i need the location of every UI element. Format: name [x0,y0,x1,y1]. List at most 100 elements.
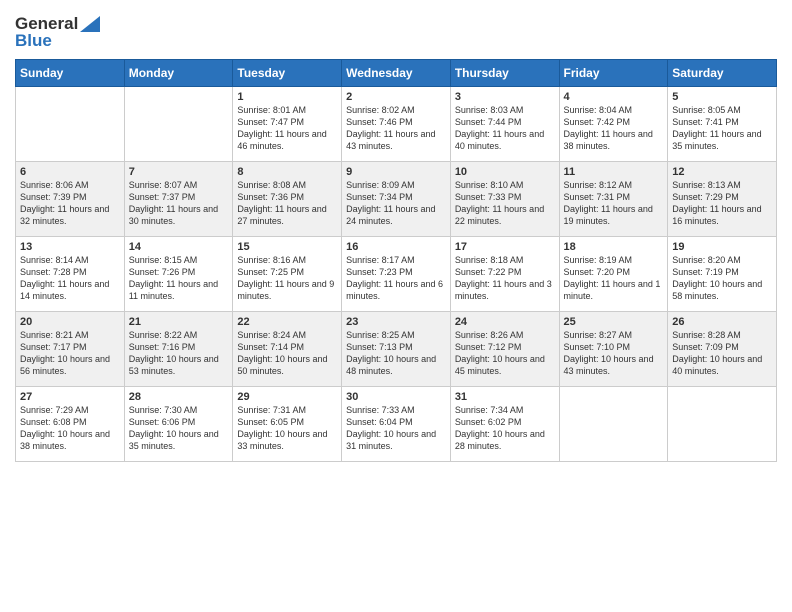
calendar-cell: 28Sunrise: 7:30 AM Sunset: 6:06 PM Dayli… [124,387,233,462]
calendar-cell: 18Sunrise: 8:19 AM Sunset: 7:20 PM Dayli… [559,237,668,312]
calendar-cell: 7Sunrise: 8:07 AM Sunset: 7:37 PM Daylig… [124,162,233,237]
day-number: 16 [346,241,446,253]
cell-content: Sunrise: 8:19 AM Sunset: 7:20 PM Dayligh… [564,254,664,303]
calendar-cell: 10Sunrise: 8:10 AM Sunset: 7:33 PM Dayli… [450,162,559,237]
cell-content: Sunrise: 8:14 AM Sunset: 7:28 PM Dayligh… [20,254,120,303]
weekday-header: Wednesday [342,60,451,87]
cell-content: Sunrise: 8:12 AM Sunset: 7:31 PM Dayligh… [564,179,664,228]
calendar-cell: 30Sunrise: 7:33 AM Sunset: 6:04 PM Dayli… [342,387,451,462]
day-number: 8 [237,166,337,178]
cell-content: Sunrise: 8:13 AM Sunset: 7:29 PM Dayligh… [672,179,772,228]
calendar-cell [668,387,777,462]
cell-content: Sunrise: 7:29 AM Sunset: 6:08 PM Dayligh… [20,404,120,453]
calendar-cell: 2Sunrise: 8:02 AM Sunset: 7:46 PM Daylig… [342,87,451,162]
calendar-cell: 13Sunrise: 8:14 AM Sunset: 7:28 PM Dayli… [16,237,125,312]
calendar-cell: 4Sunrise: 8:04 AM Sunset: 7:42 PM Daylig… [559,87,668,162]
weekday-header: Friday [559,60,668,87]
weekday-header: Saturday [668,60,777,87]
cell-content: Sunrise: 8:04 AM Sunset: 7:42 PM Dayligh… [564,104,664,153]
day-number: 30 [346,391,446,403]
cell-content: Sunrise: 7:31 AM Sunset: 6:05 PM Dayligh… [237,404,337,453]
cell-content: Sunrise: 7:34 AM Sunset: 6:02 PM Dayligh… [455,404,555,453]
cell-content: Sunrise: 8:07 AM Sunset: 7:37 PM Dayligh… [129,179,229,228]
day-number: 25 [564,316,664,328]
cell-content: Sunrise: 7:30 AM Sunset: 6:06 PM Dayligh… [129,404,229,453]
day-number: 4 [564,91,664,103]
cell-content: Sunrise: 8:08 AM Sunset: 7:36 PM Dayligh… [237,179,337,228]
cell-content: Sunrise: 8:05 AM Sunset: 7:41 PM Dayligh… [672,104,772,153]
cell-content: Sunrise: 8:20 AM Sunset: 7:19 PM Dayligh… [672,254,772,303]
day-number: 3 [455,91,555,103]
calendar-cell [124,87,233,162]
cell-content: Sunrise: 8:02 AM Sunset: 7:46 PM Dayligh… [346,104,446,153]
day-number: 23 [346,316,446,328]
cell-content: Sunrise: 8:18 AM Sunset: 7:22 PM Dayligh… [455,254,555,303]
calendar-cell: 9Sunrise: 8:09 AM Sunset: 7:34 PM Daylig… [342,162,451,237]
calendar-cell: 26Sunrise: 8:28 AM Sunset: 7:09 PM Dayli… [668,312,777,387]
day-number: 10 [455,166,555,178]
calendar-cell: 3Sunrise: 8:03 AM Sunset: 7:44 PM Daylig… [450,87,559,162]
calendar-cell: 21Sunrise: 8:22 AM Sunset: 7:16 PM Dayli… [124,312,233,387]
calendar-cell: 27Sunrise: 7:29 AM Sunset: 6:08 PM Dayli… [16,387,125,462]
day-number: 5 [672,91,772,103]
weekday-header: Sunday [16,60,125,87]
logo-blue-text: Blue [15,31,52,51]
calendar-week-row: 27Sunrise: 7:29 AM Sunset: 6:08 PM Dayli… [16,387,777,462]
calendar-cell: 25Sunrise: 8:27 AM Sunset: 7:10 PM Dayli… [559,312,668,387]
day-number: 31 [455,391,555,403]
day-number: 28 [129,391,229,403]
calendar-cell [16,87,125,162]
calendar-cell: 16Sunrise: 8:17 AM Sunset: 7:23 PM Dayli… [342,237,451,312]
day-number: 6 [20,166,120,178]
calendar-cell: 14Sunrise: 8:15 AM Sunset: 7:26 PM Dayli… [124,237,233,312]
calendar-cell: 24Sunrise: 8:26 AM Sunset: 7:12 PM Dayli… [450,312,559,387]
day-number: 29 [237,391,337,403]
cell-content: Sunrise: 8:27 AM Sunset: 7:10 PM Dayligh… [564,329,664,378]
calendar-cell: 6Sunrise: 8:06 AM Sunset: 7:39 PM Daylig… [16,162,125,237]
day-number: 21 [129,316,229,328]
cell-content: Sunrise: 8:03 AM Sunset: 7:44 PM Dayligh… [455,104,555,153]
cell-content: Sunrise: 8:25 AM Sunset: 7:13 PM Dayligh… [346,329,446,378]
cell-content: Sunrise: 8:28 AM Sunset: 7:09 PM Dayligh… [672,329,772,378]
day-number: 11 [564,166,664,178]
day-number: 13 [20,241,120,253]
calendar-cell: 20Sunrise: 8:21 AM Sunset: 7:17 PM Dayli… [16,312,125,387]
calendar-cell: 1Sunrise: 8:01 AM Sunset: 7:47 PM Daylig… [233,87,342,162]
calendar-cell: 11Sunrise: 8:12 AM Sunset: 7:31 PM Dayli… [559,162,668,237]
cell-content: Sunrise: 7:33 AM Sunset: 6:04 PM Dayligh… [346,404,446,453]
calendar-table: SundayMondayTuesdayWednesdayThursdayFrid… [15,59,777,462]
page-header: General Blue [15,10,777,51]
day-number: 17 [455,241,555,253]
calendar-cell: 22Sunrise: 8:24 AM Sunset: 7:14 PM Dayli… [233,312,342,387]
cell-content: Sunrise: 8:21 AM Sunset: 7:17 PM Dayligh… [20,329,120,378]
calendar-cell: 29Sunrise: 7:31 AM Sunset: 6:05 PM Dayli… [233,387,342,462]
day-number: 24 [455,316,555,328]
cell-content: Sunrise: 8:09 AM Sunset: 7:34 PM Dayligh… [346,179,446,228]
day-number: 1 [237,91,337,103]
cell-content: Sunrise: 8:10 AM Sunset: 7:33 PM Dayligh… [455,179,555,228]
cell-content: Sunrise: 8:01 AM Sunset: 7:47 PM Dayligh… [237,104,337,153]
calendar-cell: 17Sunrise: 8:18 AM Sunset: 7:22 PM Dayli… [450,237,559,312]
logo-icon [80,16,100,32]
day-number: 27 [20,391,120,403]
day-number: 19 [672,241,772,253]
calendar-cell: 15Sunrise: 8:16 AM Sunset: 7:25 PM Dayli… [233,237,342,312]
calendar-week-row: 20Sunrise: 8:21 AM Sunset: 7:17 PM Dayli… [16,312,777,387]
page-container: General Blue SundayMondayTuesdayWednesda… [0,0,792,472]
cell-content: Sunrise: 8:16 AM Sunset: 7:25 PM Dayligh… [237,254,337,303]
day-number: 15 [237,241,337,253]
weekday-header: Monday [124,60,233,87]
calendar-cell: 23Sunrise: 8:25 AM Sunset: 7:13 PM Dayli… [342,312,451,387]
calendar-cell [559,387,668,462]
day-number: 18 [564,241,664,253]
calendar-week-row: 1Sunrise: 8:01 AM Sunset: 7:47 PM Daylig… [16,87,777,162]
cell-content: Sunrise: 8:17 AM Sunset: 7:23 PM Dayligh… [346,254,446,303]
day-number: 2 [346,91,446,103]
day-number: 14 [129,241,229,253]
calendar-cell: 12Sunrise: 8:13 AM Sunset: 7:29 PM Dayli… [668,162,777,237]
cell-content: Sunrise: 8:24 AM Sunset: 7:14 PM Dayligh… [237,329,337,378]
calendar-cell: 31Sunrise: 7:34 AM Sunset: 6:02 PM Dayli… [450,387,559,462]
calendar-week-row: 13Sunrise: 8:14 AM Sunset: 7:28 PM Dayli… [16,237,777,312]
weekday-header: Thursday [450,60,559,87]
day-number: 7 [129,166,229,178]
